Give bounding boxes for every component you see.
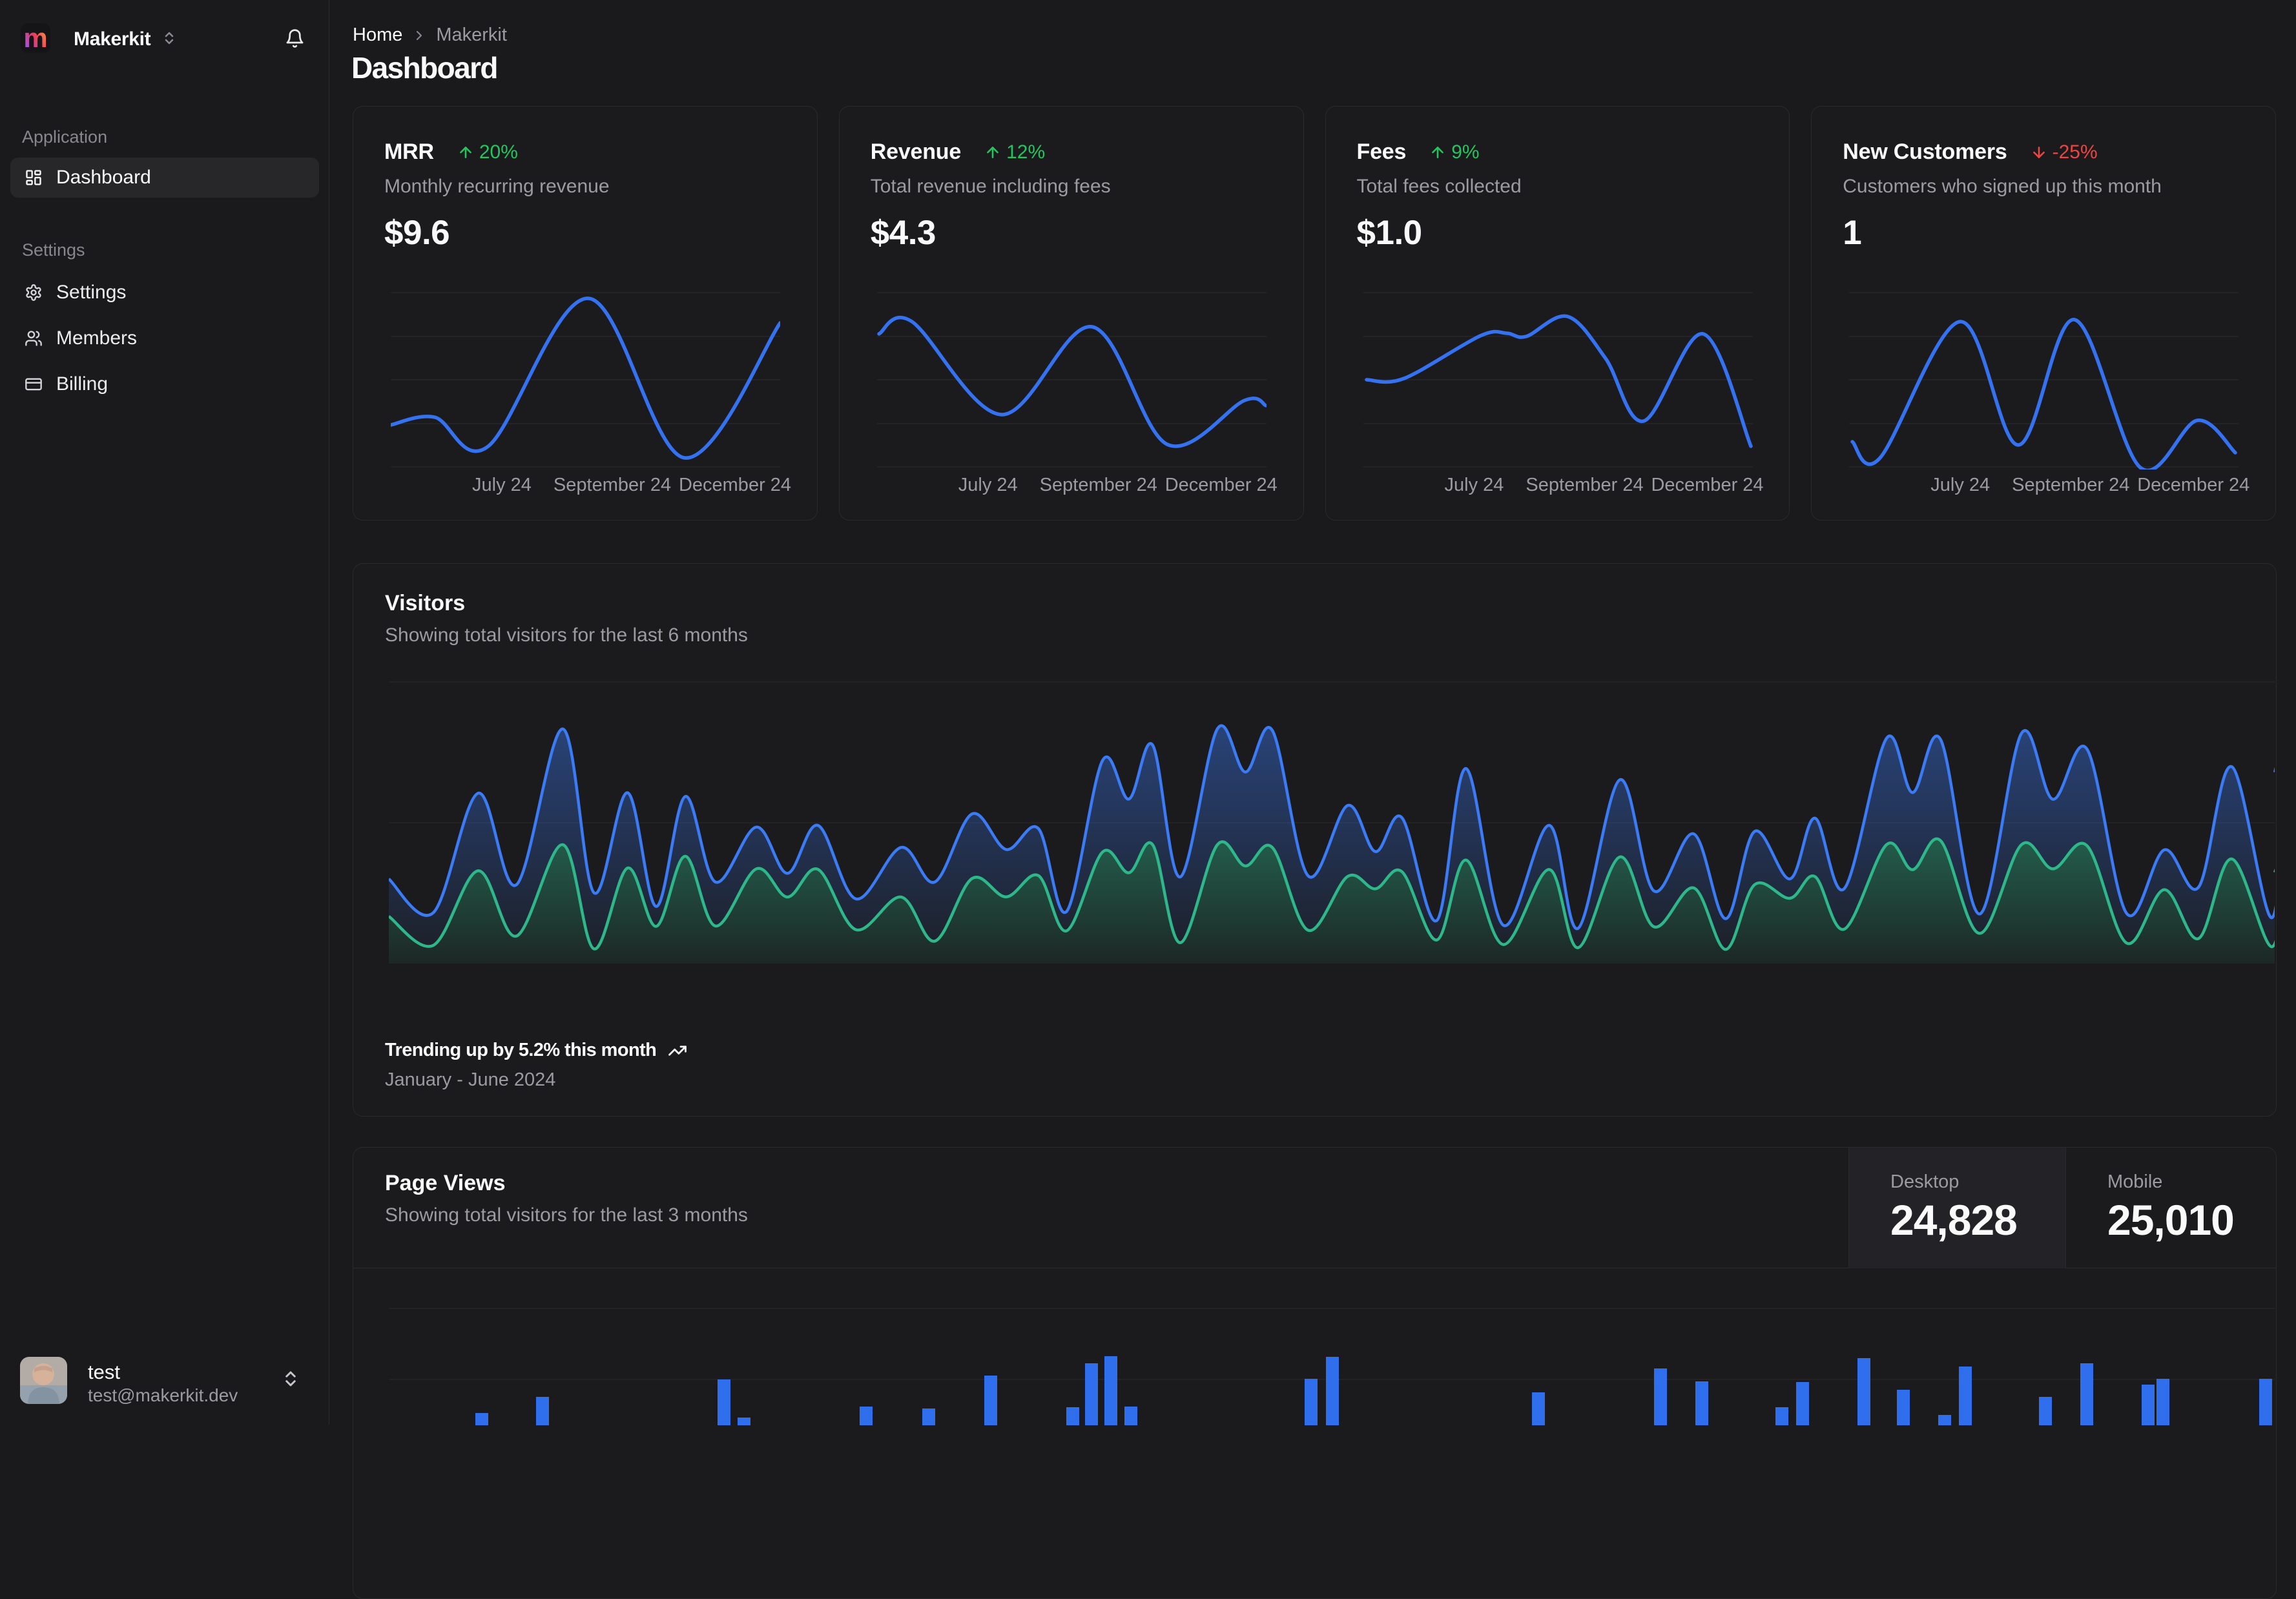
svg-text:m: m <box>23 23 47 53</box>
